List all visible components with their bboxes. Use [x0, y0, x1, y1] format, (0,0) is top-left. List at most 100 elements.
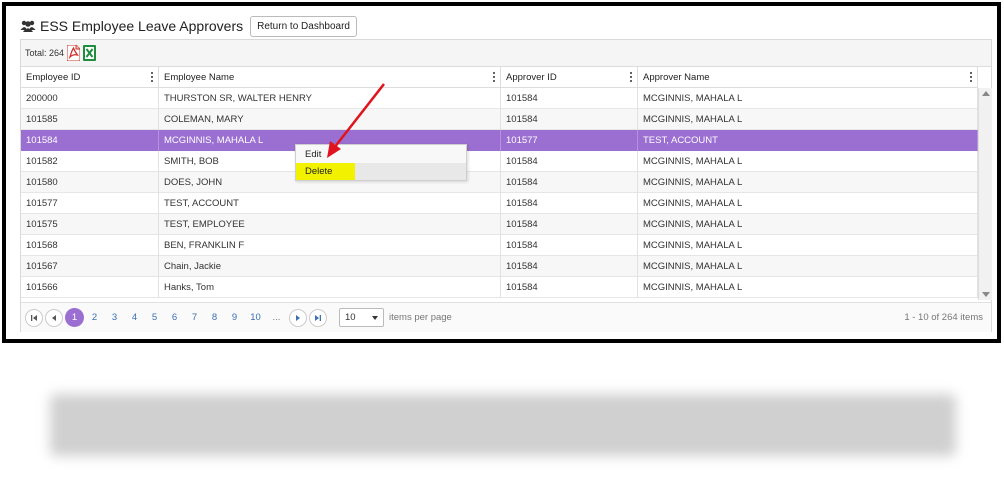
cell-employee-id: 101566 — [21, 277, 159, 298]
cell-employee-id: 101575 — [21, 214, 159, 235]
excel-export-icon[interactable] — [83, 45, 97, 61]
page-button[interactable]: 4 — [125, 308, 144, 327]
cell-employee-name: BEN, FRANKLIN F — [159, 235, 501, 256]
table-row[interactable]: 101568 BEN, FRANKLIN F 101584 MCGINNIS, … — [21, 235, 978, 256]
cell-approver-id: 101584 — [501, 193, 638, 214]
prev-page-icon — [52, 314, 56, 321]
cell-approver-id: 101584 — [501, 214, 638, 235]
next-page-icon — [296, 314, 300, 321]
column-header-employee-id[interactable]: Employee ID — [21, 67, 159, 88]
grid-header: Employee ID Employee Name Approver ID Ap… — [21, 67, 978, 88]
pager-range-info: 1 - 10 of 264 items — [904, 312, 983, 323]
table-row-selected[interactable]: 101584 MCGINNIS, MAHALA L 101577 TEST, A… — [21, 130, 978, 151]
last-page-button[interactable] — [309, 308, 327, 327]
cell-employee-id: 101580 — [21, 172, 159, 193]
cell-approver-name: MCGINNIS, MAHALA L — [638, 214, 978, 235]
approvers-grid: Total: 264 Employee ID Employee Name App… — [20, 39, 992, 332]
cell-approver-id: 101584 — [501, 235, 638, 256]
page-button[interactable]: 2 — [85, 308, 104, 327]
row-context-menu: Edit Delete — [295, 144, 467, 181]
column-header-label: Approver ID — [506, 72, 557, 83]
column-header-employee-name[interactable]: Employee Name — [159, 67, 501, 88]
last-page-icon — [315, 314, 321, 321]
column-header-label: Approver Name — [643, 72, 710, 83]
table-row[interactable]: 101585 COLEMAN, MARY 101584 MCGINNIS, MA… — [21, 109, 978, 130]
cell-employee-name: COLEMAN, MARY — [159, 109, 501, 130]
context-menu-edit[interactable]: Edit — [296, 146, 466, 163]
page-size-select[interactable]: 10 — [339, 308, 384, 327]
pdf-export-icon[interactable] — [67, 45, 81, 61]
scroll-down-icon[interactable] — [982, 292, 990, 297]
prev-page-button[interactable] — [45, 308, 63, 327]
blurred-region — [50, 394, 956, 456]
column-header-label: Employee Name — [164, 72, 235, 83]
vertical-scrollbar[interactable] — [978, 88, 992, 300]
page-button[interactable]: 5 — [145, 308, 164, 327]
screenshot-frame: ESS Employee Leave Approvers Return to D… — [2, 2, 1001, 343]
table-row[interactable]: 101566 Hanks, Tom 101584 MCGINNIS, MAHAL… — [21, 277, 978, 298]
column-header-approver-id[interactable]: Approver ID — [501, 67, 638, 88]
page-button[interactable]: 10 — [245, 308, 266, 327]
cell-approver-name: TEST, ACCOUNT — [638, 130, 978, 151]
cell-approver-id: 101584 — [501, 151, 638, 172]
page-button[interactable]: 3 — [105, 308, 124, 327]
users-icon — [20, 20, 36, 32]
first-page-icon — [31, 314, 37, 321]
chevron-down-icon — [372, 316, 378, 320]
cell-approver-id: 101584 — [501, 109, 638, 130]
cell-employee-id: 101582 — [21, 151, 159, 172]
page-size-value: 10 — [345, 312, 356, 323]
table-row[interactable]: 101575 TEST, EMPLOYEE 101584 MCGINNIS, M… — [21, 214, 978, 235]
cell-employee-name: Hanks, Tom — [159, 277, 501, 298]
table-row[interactable]: 101567 Chain, Jackie 101584 MCGINNIS, MA… — [21, 256, 978, 277]
column-menu-icon[interactable] — [151, 72, 154, 83]
cell-approver-name: MCGINNIS, MAHALA L — [638, 109, 978, 130]
context-menu-delete[interactable]: Delete — [296, 163, 466, 180]
cell-employee-id: 101584 — [21, 130, 159, 151]
table-row[interactable]: 101582 SMITH, BOB 101584 MCGINNIS, MAHAL… — [21, 151, 978, 172]
column-menu-icon[interactable] — [493, 72, 496, 83]
pagination-bar: 1 2 3 4 5 6 7 8 9 10 ... 10 items per pa… — [21, 302, 991, 332]
cell-approver-name: MCGINNIS, MAHALA L — [638, 88, 978, 109]
cell-employee-name: Chain, Jackie — [159, 256, 501, 277]
page-button[interactable]: 1 — [65, 308, 84, 327]
grid-body: 200000 THURSTON SR, WALTER HENRY 101584 … — [21, 88, 978, 300]
items-per-page-label: items per page — [389, 312, 452, 323]
cell-employee-id: 101577 — [21, 193, 159, 214]
scroll-up-icon[interactable] — [982, 91, 990, 96]
cell-approver-id: 101584 — [501, 256, 638, 277]
cell-approver-id: 101584 — [501, 88, 638, 109]
total-count: Total: 264 — [25, 48, 65, 58]
page-button[interactable]: 8 — [205, 308, 224, 327]
first-page-button[interactable] — [25, 308, 43, 327]
table-row[interactable]: 101577 TEST, ACCOUNT 101584 MCGINNIS, MA… — [21, 193, 978, 214]
page-button[interactable]: 9 — [225, 308, 244, 327]
return-to-dashboard-button[interactable]: Return to Dashboard — [250, 15, 357, 37]
cell-approver-name: MCGINNIS, MAHALA L — [638, 235, 978, 256]
page-header: ESS Employee Leave Approvers Return to D… — [20, 14, 357, 38]
cell-employee-id: 101567 — [21, 256, 159, 277]
cell-approver-name: MCGINNIS, MAHALA L — [638, 193, 978, 214]
grid-toolbar: Total: 264 — [21, 40, 991, 67]
table-row[interactable]: 101580 DOES, JOHN 101584 MCGINNIS, MAHAL… — [21, 172, 978, 193]
table-row[interactable]: 200000 THURSTON SR, WALTER HENRY 101584 … — [21, 88, 978, 109]
cell-employee-name: TEST, EMPLOYEE — [159, 214, 501, 235]
column-menu-icon[interactable] — [970, 72, 973, 83]
context-menu-delete-label: Delete — [305, 166, 333, 177]
column-header-label: Employee ID — [26, 72, 81, 83]
cell-approver-name: MCGINNIS, MAHALA L — [638, 151, 978, 172]
next-page-button[interactable] — [289, 308, 307, 327]
cell-employee-id: 200000 — [21, 88, 159, 109]
page-button[interactable]: 7 — [185, 308, 204, 327]
cell-approver-name: MCGINNIS, MAHALA L — [638, 256, 978, 277]
more-pages-button[interactable]: ... — [267, 308, 286, 327]
cell-approver-id: 101584 — [501, 172, 638, 193]
column-menu-icon[interactable] — [630, 72, 633, 83]
cell-approver-name: MCGINNIS, MAHALA L — [638, 277, 978, 298]
cell-employee-name: THURSTON SR, WALTER HENRY — [159, 88, 501, 109]
cell-approver-id: 101584 — [501, 277, 638, 298]
page-button[interactable]: 6 — [165, 308, 184, 327]
cell-employee-id: 101585 — [21, 109, 159, 130]
page-title: ESS Employee Leave Approvers — [40, 18, 244, 34]
column-header-approver-name[interactable]: Approver Name — [638, 67, 978, 88]
